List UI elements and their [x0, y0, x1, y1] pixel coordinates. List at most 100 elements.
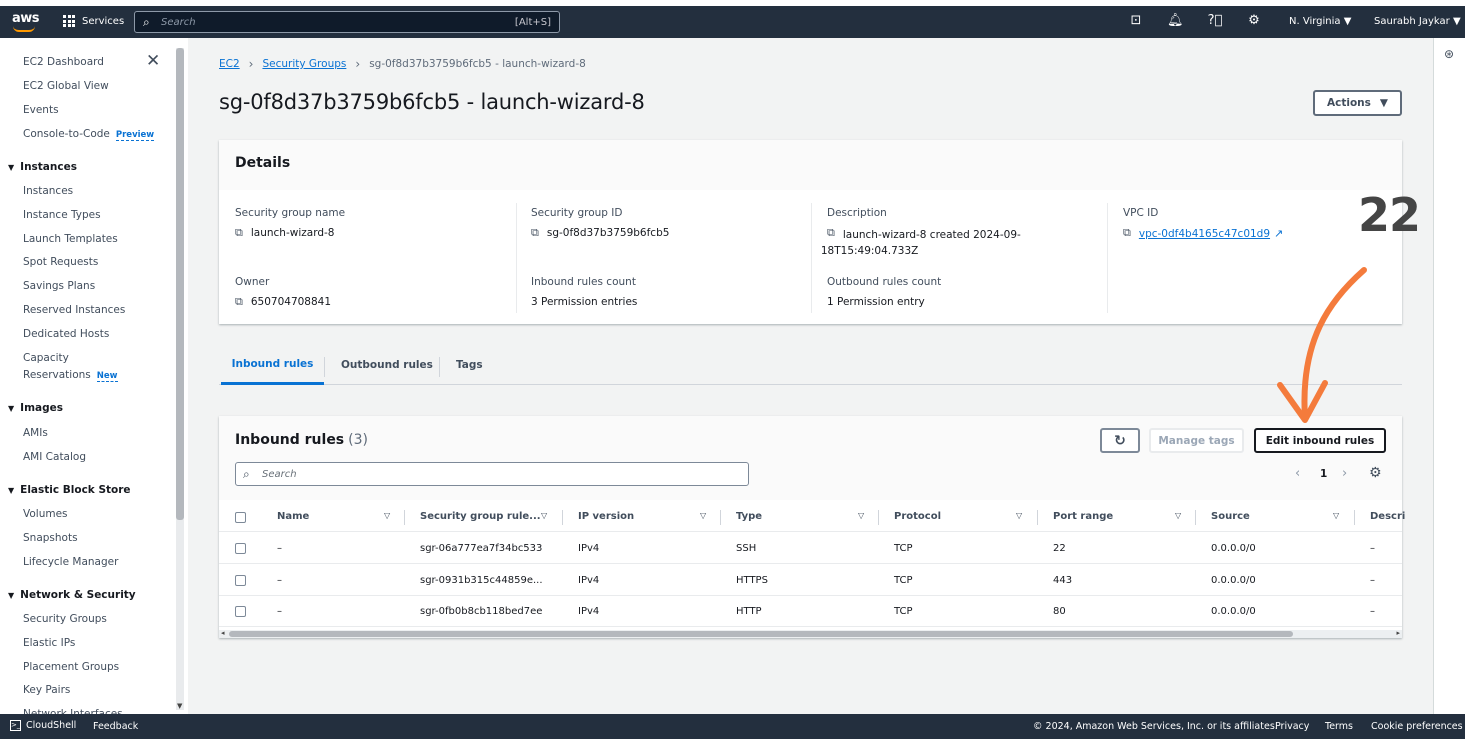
sidebar-item-amis[interactable]: AMIs [23, 427, 48, 439]
terms-link[interactable]: Terms [1325, 721, 1353, 732]
column-resizer[interactable] [1354, 510, 1355, 525]
tab-tags[interactable]: Tags [456, 345, 483, 385]
refresh-button[interactable]: ↻ [1100, 428, 1140, 453]
table-row[interactable]: – sgr-0fb0b8cb118bed7ee IPv4 HTTP TCP 80 0.0.0… [219, 596, 1402, 627]
cloudshell-button[interactable]: >_ CloudShell [10, 720, 76, 731]
sidebar-section-elastic-block-store[interactable]: ▼ Elastic Block Store [8, 484, 131, 496]
manage-tags-button[interactable]: Manage tags [1149, 428, 1244, 453]
sidebar-item-ec2-global-view[interactable]: EC2 Global View [23, 80, 109, 92]
column-resizer[interactable] [878, 510, 879, 525]
column-resizer[interactable] [404, 510, 405, 525]
region-selector[interactable]: N. Virginia ▼ [1289, 16, 1351, 27]
sidebar-section-network-security[interactable]: ▼ Network & Security [8, 589, 136, 601]
horizontal-scrollbar-thumb[interactable] [229, 631, 1293, 637]
sidebar-item-placement-groups[interactable]: Placement Groups [23, 661, 119, 673]
sort-caret-icon[interactable]: ▽ [1333, 511, 1339, 520]
sidebar-item-dedicated-hosts[interactable]: Dedicated Hosts [23, 328, 109, 340]
external-link-icon[interactable]: ↗ [1274, 227, 1283, 240]
column-resizer[interactable] [1195, 510, 1196, 525]
copy-icon[interactable]: ⧉ [827, 227, 835, 239]
scroll-left-arrow-icon[interactable]: ◂ [221, 629, 225, 637]
sidebar-item-security-groups-label: Security Groups [23, 613, 107, 625]
sidebar-item-elastic-ips[interactable]: Elastic IPs [23, 637, 75, 649]
copy-icon[interactable]: ⧉ [1123, 227, 1131, 239]
sidebar-item-ami-catalog[interactable]: AMI Catalog [23, 451, 86, 463]
cloudshell-icon[interactable]: ⊡ [1128, 13, 1144, 29]
sidebar-item-events[interactable]: Events [23, 104, 59, 116]
global-search-input[interactable]: ⌕ Search [Alt+S] [134, 11, 560, 33]
services-menu-button[interactable]: Services [63, 15, 124, 27]
sort-caret-icon[interactable]: ▽ [541, 511, 547, 520]
sidebar-item-console-to-code[interactable]: Console-to-Code Preview [23, 128, 155, 141]
aws-logo[interactable]: aws [12, 11, 40, 32]
sidebar-item-launch-templates[interactable]: Launch Templates [23, 233, 118, 245]
feedback-link[interactable]: Feedback [93, 721, 138, 732]
sort-caret-icon[interactable]: ▽ [700, 511, 706, 520]
notifications-bell-icon[interactable]: 🔔︎ [1167, 13, 1184, 29]
table-row[interactable]: – sgr-06a777ea7f34bc533 IPv4 SSH TCP 22 0.0.0.… [219, 533, 1402, 564]
cookie-preferences-link[interactable]: Cookie preferences [1371, 721, 1463, 732]
sidebar-item-snapshots[interactable]: Snapshots [23, 532, 78, 544]
column-header[interactable]: Name [277, 511, 309, 522]
column-header[interactable]: Descri [1370, 511, 1405, 522]
sidebar-item-capacity-reservations-line2[interactable]: Reservations New [23, 369, 118, 382]
tab-inbound-rules[interactable]: Inbound rules [221, 345, 324, 385]
column-header[interactable]: Source [1211, 511, 1250, 522]
copy-icon[interactable]: ⧉ [235, 227, 243, 239]
select-all-checkbox[interactable] [235, 512, 246, 523]
column-header[interactable]: Security group rule... [420, 511, 541, 522]
sidebar-scrollbar-thumb[interactable] [176, 48, 184, 520]
sidebar-item-reserved-instances[interactable]: Reserved Instances [23, 304, 125, 316]
scroll-right-arrow-icon[interactable]: ▸ [1396, 629, 1400, 637]
next-page-icon[interactable]: › [1342, 466, 1347, 481]
sidebar-item-key-pairs[interactable]: Key Pairs [23, 684, 70, 696]
sidebar-item-spot-requests[interactable]: Spot Requests [23, 256, 98, 268]
sidebar-item-volumes[interactable]: Volumes [23, 508, 68, 520]
column-header[interactable]: IP version [578, 511, 634, 522]
close-sidebar-icon[interactable]: ✕ [146, 53, 160, 70]
copy-icon[interactable]: ⧉ [531, 227, 539, 239]
sidebar-section-instances[interactable]: ▼ Instances [8, 161, 77, 173]
rules-search-input[interactable]: ⌕ Search [235, 462, 749, 486]
table-horizontal-scrollbar[interactable]: ◂ ▸ [219, 629, 1402, 638]
column-resizer[interactable] [562, 510, 563, 525]
column-header[interactable]: Type [736, 511, 762, 522]
column-resizer[interactable] [1037, 510, 1038, 525]
sidebar-item-ec2-dashboard[interactable]: EC2 Dashboard [23, 56, 104, 68]
settings-gear-icon[interactable]: ⚙ [1246, 13, 1262, 29]
sidebar-item-capacity-reservations[interactable]: Capacity [23, 352, 69, 364]
edit-inbound-rules-button[interactable]: Edit inbound rules [1254, 428, 1386, 453]
sidebar-section-images[interactable]: ▼ Images [8, 402, 63, 414]
help-icon[interactable]: ?⃝ [1207, 13, 1223, 29]
privacy-link[interactable]: Privacy [1275, 721, 1309, 732]
column-header[interactable]: Port range [1053, 511, 1113, 522]
sort-caret-icon[interactable]: ▽ [384, 511, 390, 520]
scroll-down-arrow-icon[interactable]: ▼ [177, 702, 182, 710]
breadcrumb-security-groups-link[interactable]: Security Groups [262, 58, 346, 70]
column-header[interactable]: Protocol [894, 511, 941, 522]
sidebar-item-savings-plans[interactable]: Savings Plans [23, 280, 95, 292]
table-row[interactable]: – sgr-0931b315c44859e... IPv4 HTTPS TCP 443 0.… [219, 565, 1402, 596]
sidebar-item-instance-types[interactable]: Instance Types [23, 209, 101, 221]
sidebar-item-security-groups[interactable]: Security Groups [23, 613, 107, 625]
breadcrumb-ec2-link[interactable]: EC2 [219, 58, 240, 70]
row-checkbox[interactable] [235, 606, 246, 617]
row-checkbox[interactable] [235, 543, 246, 554]
sidebar-item-lifecycle-manager[interactable]: Lifecycle Manager [23, 556, 118, 568]
vpc-id-link[interactable]: vpc-0df4b4165c47c01d9 [1139, 228, 1270, 240]
table-preferences-gear-icon[interactable]: ⚙ [1369, 465, 1382, 481]
actions-dropdown-button[interactable]: Actions ▼ [1313, 90, 1402, 116]
sort-caret-icon[interactable]: ▽ [1016, 511, 1022, 520]
row-checkbox[interactable] [235, 574, 246, 586]
copy-icon[interactable]: ⧉ [235, 296, 243, 308]
sidebar-item-snapshots-label: Snapshots [23, 531, 78, 544]
sort-caret-icon[interactable]: ▽ [1175, 511, 1181, 520]
column-resizer[interactable] [720, 510, 721, 525]
page-number[interactable]: 1 [1320, 468, 1327, 480]
previous-page-icon[interactable]: ‹ [1295, 466, 1300, 481]
tab-outbound-rules[interactable]: Outbound rules [341, 345, 433, 385]
sidebar-item-instances[interactable]: Instances [23, 185, 73, 197]
panel-toggle-icon[interactable]: ⊛ [1444, 47, 1454, 61]
account-menu[interactable]: Saurabh Jaykar ▼ [1374, 16, 1461, 27]
sort-caret-icon[interactable]: ▽ [858, 511, 864, 520]
